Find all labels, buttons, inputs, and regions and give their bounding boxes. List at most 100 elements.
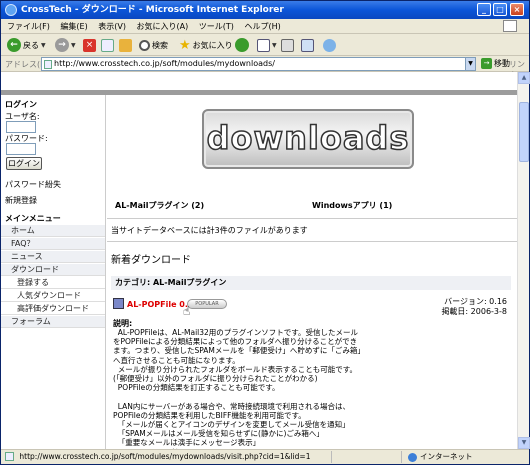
download-meta: バージョン: 0.16 掲載日: 2006-3-8 [441, 297, 507, 317]
divider [107, 241, 517, 242]
divider [401, 451, 402, 463]
search-button[interactable]: 検索 [139, 37, 168, 53]
vertical-scrollbar[interactable]: ▲ ▼ [517, 72, 530, 449]
menu-view[interactable]: 表示(V) [98, 19, 126, 34]
security-zone: インターネット [406, 450, 473, 464]
toolbar: ← 戻る ▼ → ▼ × 検索 ★ お気に入り ▼ [1, 34, 529, 56]
windows-logo-icon [503, 20, 517, 32]
menu-favorites[interactable]: お気に入り(A) [137, 19, 189, 34]
page-icon [44, 60, 52, 69]
search-label: 検索 [152, 40, 168, 50]
messenger-button[interactable] [323, 37, 336, 53]
refresh-icon [101, 38, 114, 52]
go-button[interactable]: → 移動 [481, 58, 510, 69]
divider [107, 218, 517, 219]
date-text: 掲載日: 2006-3-8 [441, 307, 507, 316]
menu-edit[interactable]: 編集(E) [60, 19, 87, 34]
login-button[interactable]: ログイン [6, 157, 42, 170]
downloads-logo: downloads [202, 109, 414, 169]
scroll-up-button[interactable]: ▲ [518, 72, 530, 84]
favorites-button[interactable]: ★ お気に入り [179, 37, 233, 53]
forward-button[interactable]: → ▼ [55, 37, 76, 53]
download-icon [113, 298, 124, 309]
globe-icon [408, 453, 417, 462]
main-column: downloads AL-Mailプラグイン (2) Windowsアプリ (1… [107, 95, 517, 449]
address-url: http://www.crosstech.co.jp/soft/modules/… [54, 59, 275, 68]
ie-logo-icon [5, 4, 17, 16]
sidebar-item-submit[interactable]: 登録する [1, 277, 105, 289]
address-dropdown-button[interactable]: ▼ [465, 57, 476, 71]
sidebar-item-forum[interactable]: フォーラム [1, 316, 105, 328]
category-header: カテゴリ: AL-Mailプラグイン [111, 276, 511, 290]
mail-button[interactable]: ▼ [257, 37, 277, 53]
category-link-al-mail[interactable]: AL-Mailプラグイン (2) [115, 200, 204, 211]
sidebar-item-home[interactable]: ホーム [1, 225, 105, 237]
status-url: http://www.crosstech.co.jp/soft/modules/… [19, 452, 311, 461]
forward-arrow-icon: → [55, 38, 69, 52]
history-icon [235, 38, 249, 52]
scrollbar-thumb[interactable] [519, 102, 529, 162]
popular-badge: POPULAR [187, 299, 227, 309]
sidebar-item-news[interactable]: ニュース [1, 251, 105, 263]
edit-button[interactable] [301, 37, 314, 53]
star-icon: ★ [179, 37, 191, 53]
minimize-button[interactable]: _ [477, 3, 491, 16]
go-arrow-icon: → [481, 58, 492, 69]
username-input[interactable] [6, 121, 36, 133]
print-button[interactable] [281, 37, 294, 53]
messenger-icon [323, 38, 336, 52]
menu-tools[interactable]: ツール(T) [199, 19, 234, 34]
menu-bar: ファイル(F) 編集(E) 表示(V) お気に入り(A) ツール(T) ヘルプ(… [1, 19, 529, 34]
window-title: CrossTech - ダウンロード - Microsoft Internet … [21, 5, 284, 15]
divider [331, 451, 332, 463]
stop-button[interactable]: × [83, 37, 96, 53]
page-header [1, 72, 517, 90]
lost-password-link[interactable]: パスワード紛失 [5, 179, 61, 190]
logo-text: downloads [206, 118, 410, 158]
home-icon [119, 38, 132, 52]
menu-help[interactable]: ヘルプ(H) [244, 19, 280, 34]
main-menu-heading: メインメニュー [5, 214, 61, 223]
sidebar-item-top-rated[interactable]: 高評価ダウンロード [1, 303, 105, 315]
search-icon [139, 39, 150, 51]
back-arrow-icon: ← [7, 38, 21, 52]
login-heading: ログイン [5, 100, 37, 109]
status-bar: http://www.crosstech.co.jp/soft/modules/… [1, 449, 529, 464]
back-button[interactable]: ← 戻る ▼ [7, 37, 46, 53]
address-input[interactable]: http://www.crosstech.co.jp/soft/modules/… [41, 57, 466, 71]
sidebar-item-faq[interactable]: FAQ？ [1, 238, 105, 250]
hand-cursor-icon: ☝ [183, 304, 191, 318]
go-label: 移動 [494, 59, 510, 68]
edit-icon [301, 38, 314, 52]
mail-icon [257, 38, 270, 52]
home-button[interactable] [119, 37, 132, 53]
page-icon [5, 452, 14, 461]
menu-file[interactable]: ファイル(F) [7, 19, 50, 34]
chevron-down-icon: ▼ [41, 41, 46, 49]
title-bar: CrossTech - ダウンロード - Microsoft Internet … [1, 1, 529, 19]
sidebar-item-popular[interactable]: 人気ダウンロード [1, 290, 105, 302]
new-downloads-heading: 新着ダウンロード [111, 255, 191, 266]
browser-window: CrossTech - ダウンロード - Microsoft Internet … [0, 0, 530, 465]
chevron-down-icon: ▼ [71, 41, 76, 49]
version-text: バージョン: 0.16 [444, 297, 507, 306]
maximize-button[interactable]: □ [493, 3, 507, 16]
address-bar: アドレス(D) http://www.crosstech.co.jp/soft/… [1, 56, 529, 80]
print-icon [281, 38, 294, 52]
favorites-label: お気に入り [192, 40, 233, 50]
sidebar-item-downloads[interactable]: ダウンロード [1, 264, 105, 276]
refresh-button[interactable] [101, 37, 114, 53]
close-button[interactable]: × [510, 3, 524, 16]
history-button[interactable] [235, 37, 249, 53]
left-sidebar: ログイン ユーザ名: パスワード: ログイン パスワード紛失 新規登録 メインメ… [1, 95, 106, 449]
page-content: ログイン ユーザ名: パスワード: ログイン パスワード紛失 新規登録 メインメ… [1, 72, 517, 449]
chevron-down-icon: ▼ [272, 41, 277, 49]
password-input[interactable] [6, 143, 36, 155]
description-text: AL-POPFileは、AL-Mail32用のプラグインソフトです。受信したメー… [113, 328, 365, 449]
stop-icon: × [83, 38, 96, 52]
category-link-windows[interactable]: Windowsアプリ (1) [312, 200, 392, 211]
register-link[interactable]: 新規登録 [5, 195, 37, 206]
total-files-text: 当サイトデータベースには計3件のファイルがあります [111, 226, 308, 235]
back-label: 戻る [23, 40, 39, 50]
scroll-down-button[interactable]: ▼ [518, 437, 530, 449]
